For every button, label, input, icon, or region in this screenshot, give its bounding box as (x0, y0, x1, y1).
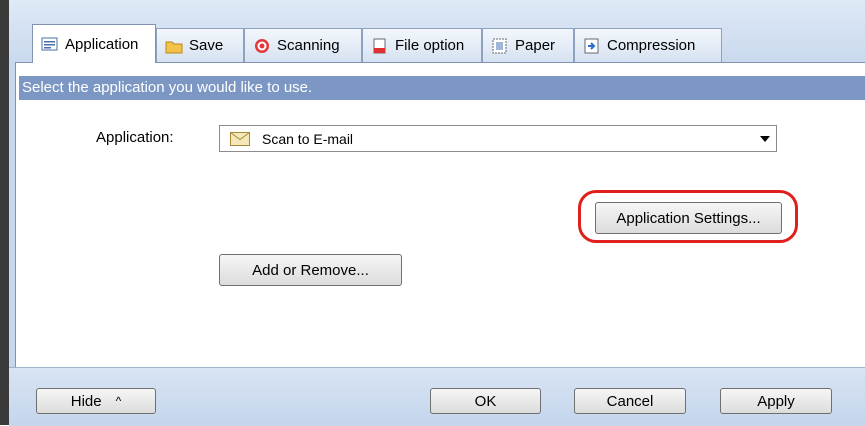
apply-button[interactable]: Apply (720, 388, 832, 414)
tab-label: File option (395, 37, 465, 54)
compression-icon (583, 38, 601, 54)
dialog-window: Application Save Scanning File option Pa… (0, 0, 865, 426)
tab-panel: Select the application you would like to… (15, 62, 865, 368)
tab-label: Save (189, 37, 224, 54)
tab-label: Scanning (277, 37, 340, 54)
ok-button[interactable]: OK (430, 388, 541, 414)
chevron-down-icon[interactable] (760, 136, 770, 142)
paper-icon (491, 38, 509, 54)
application-selected-value: Scan to E-mail (262, 130, 354, 147)
tab-label: Application (65, 35, 139, 53)
tab-save[interactable]: Save (156, 28, 244, 62)
tab-label: Compression (607, 37, 696, 54)
window-edge (0, 0, 9, 425)
application-label: Application: (96, 129, 174, 146)
scanning-icon (253, 38, 271, 54)
file-option-icon (371, 38, 389, 54)
tab-file-option[interactable]: File option (362, 28, 482, 62)
application-settings-button[interactable]: Application Settings... (595, 202, 782, 234)
cancel-button[interactable]: Cancel (574, 388, 686, 414)
tab-compression[interactable]: Compression (574, 28, 722, 62)
chevron-up-icon: ^ (115, 394, 122, 408)
hide-button-label: Hide (70, 392, 102, 410)
instruction-banner: Select the application you would like to… (19, 76, 865, 100)
tab-label: Paper (515, 37, 556, 54)
hide-button[interactable]: Hide ^ (36, 388, 156, 414)
folder-icon (165, 38, 183, 54)
application-icon (41, 36, 59, 52)
application-dropdown[interactable]: Scan to E-mail (219, 125, 777, 152)
envelope-icon (230, 131, 250, 146)
tab-scanning[interactable]: Scanning (244, 28, 362, 62)
add-or-remove-button[interactable]: Add or Remove... (219, 254, 402, 286)
tab-application[interactable]: Application (32, 24, 156, 63)
tab-paper[interactable]: Paper (482, 28, 574, 62)
